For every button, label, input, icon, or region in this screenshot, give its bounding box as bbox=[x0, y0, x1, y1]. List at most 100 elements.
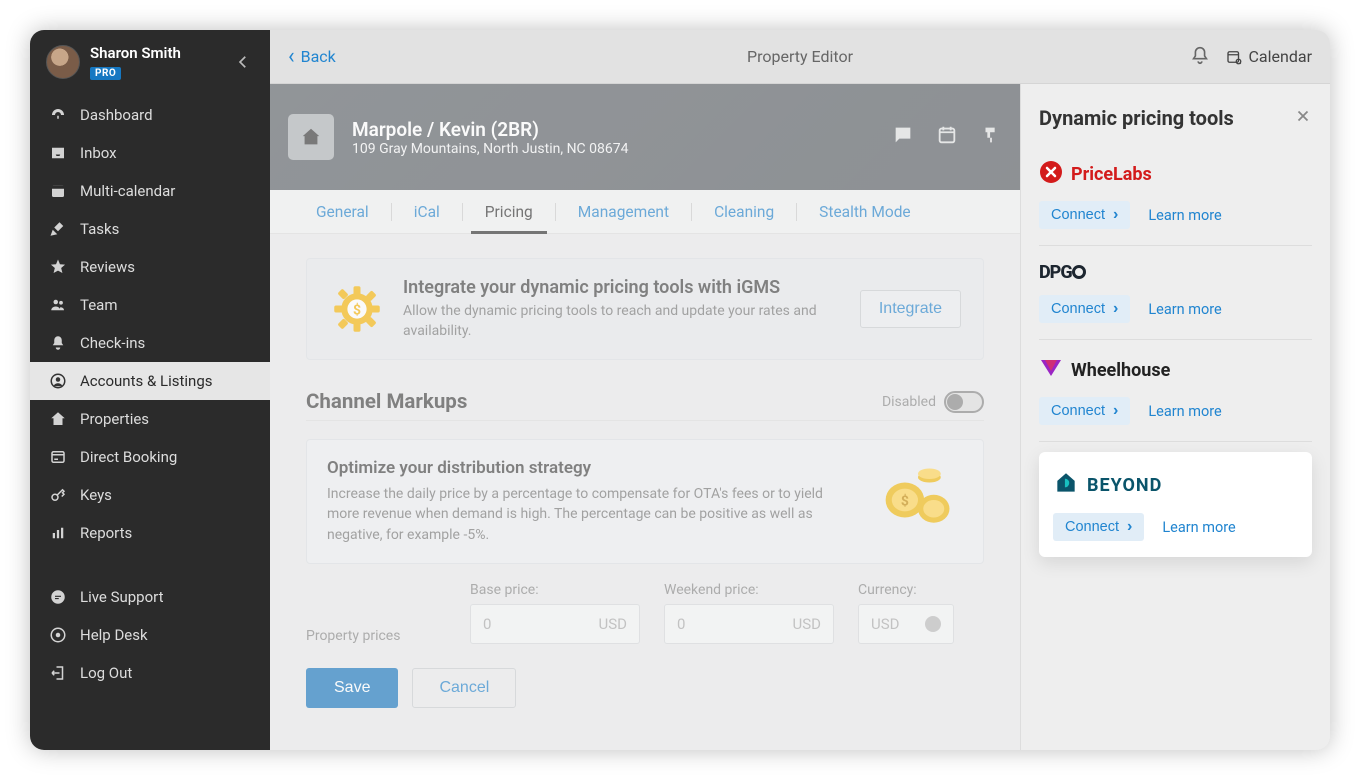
sidebar-item-label: Keys bbox=[80, 486, 112, 504]
sidebar-item-reviews[interactable]: Reviews bbox=[30, 248, 270, 286]
home-icon bbox=[48, 410, 68, 428]
sidebar-item-checkins[interactable]: Check-ins bbox=[30, 324, 270, 362]
sidebar-item-multicalendar[interactable]: Multi-calendar bbox=[30, 172, 270, 210]
property-home-icon bbox=[288, 114, 334, 160]
bell-icon bbox=[1189, 44, 1211, 66]
property-prices-label: Property prices bbox=[306, 628, 446, 644]
tool-pricelabs: PriceLabs Connect Learn more bbox=[1039, 144, 1312, 246]
sidebar-item-reports[interactable]: Reports bbox=[30, 514, 270, 552]
sidebar-item-label: Multi-calendar bbox=[80, 182, 175, 200]
broom-icon bbox=[48, 220, 68, 238]
calendar-button-header[interactable] bbox=[936, 124, 958, 150]
svg-text:$: $ bbox=[901, 492, 909, 509]
learn-more-link-pricelabs[interactable]: Learn more bbox=[1148, 207, 1221, 224]
connect-button-dpgo[interactable]: Connect bbox=[1039, 295, 1130, 323]
integrate-subtitle: Allow the dynamic pricing tools to reach… bbox=[403, 302, 823, 341]
sidebar-item-label: Properties bbox=[80, 410, 149, 428]
property-actions bbox=[892, 124, 1002, 150]
learn-more-link-wheelhouse[interactable]: Learn more bbox=[1148, 403, 1221, 420]
notification-bell-button[interactable] bbox=[1189, 44, 1211, 70]
sidebar-item-keys[interactable]: Keys bbox=[30, 476, 270, 514]
chevron-right-icon bbox=[1113, 207, 1118, 223]
weekend-price-label: Weekend price: bbox=[664, 582, 834, 598]
bell-icon bbox=[48, 334, 68, 352]
center-pane: Marpole / Kevin (2BR) 109 Gray Mountains… bbox=[270, 84, 1020, 750]
channel-markups-title: Channel Markups bbox=[306, 390, 467, 414]
sidebar-item-direct-booking[interactable]: Direct Booking bbox=[30, 438, 270, 476]
learn-more-link-dpgo[interactable]: Learn more bbox=[1148, 301, 1221, 318]
sidebar-item-properties[interactable]: Properties bbox=[30, 400, 270, 438]
chat-icon bbox=[48, 588, 68, 606]
property-tabs: General iCal Pricing Management Cleaning… bbox=[270, 190, 1020, 234]
paint-button[interactable] bbox=[980, 124, 1002, 150]
currency-select[interactable]: USD bbox=[858, 604, 954, 644]
sidebar-item-tasks[interactable]: Tasks bbox=[30, 210, 270, 248]
main-column: Back Property Editor Calendar bbox=[270, 30, 1330, 750]
calendar-button[interactable]: Calendar bbox=[1225, 47, 1312, 66]
chevron-right-icon bbox=[1113, 301, 1118, 317]
save-button[interactable]: Save bbox=[306, 668, 398, 708]
sidebar-item-dashboard[interactable]: Dashboard bbox=[30, 96, 270, 134]
tab-pricing[interactable]: Pricing bbox=[463, 190, 555, 233]
tab-label: iCal bbox=[414, 203, 440, 221]
window-icon bbox=[48, 448, 68, 466]
tool-beyond: BEYOND Connect Learn more bbox=[1039, 452, 1312, 557]
tool-name: BEYOND bbox=[1087, 475, 1162, 496]
tool-name: DPG bbox=[1039, 262, 1086, 283]
chart-icon bbox=[48, 524, 68, 542]
sidebar-item-label: Live Support bbox=[80, 588, 164, 606]
tab-stealth-mode[interactable]: Stealth Mode bbox=[797, 190, 932, 233]
integrate-card: $ Integrate your dynamic pricing tools w… bbox=[306, 258, 984, 360]
sidebar-item-logout[interactable]: Log Out bbox=[30, 654, 270, 692]
life-ring-icon bbox=[48, 626, 68, 644]
calendar-search-icon bbox=[1225, 48, 1243, 66]
tool-wheelhouse: Wheelhouse Connect Learn more bbox=[1039, 340, 1312, 442]
channel-markups-toggle[interactable] bbox=[944, 391, 984, 413]
sidebar-item-label: Tasks bbox=[80, 220, 119, 238]
sidebar-nav: Dashboard Inbox Multi-calendar Tasks Rev… bbox=[30, 96, 270, 750]
tab-general[interactable]: General bbox=[294, 190, 391, 233]
sidebar-item-label: Check-ins bbox=[80, 334, 145, 352]
signout-icon bbox=[48, 664, 68, 682]
sidebar-item-label: Reviews bbox=[80, 258, 135, 276]
connect-button-beyond[interactable]: Connect bbox=[1053, 513, 1144, 541]
learn-more-link-beyond[interactable]: Learn more bbox=[1162, 519, 1235, 536]
sidebar-item-live-support[interactable]: Live Support bbox=[30, 578, 270, 616]
sidebar-user[interactable]: Sharon Smith PRO bbox=[30, 30, 270, 90]
chevron-right-icon bbox=[1127, 519, 1132, 535]
right-panel: Dynamic pricing tools PriceLabs Co bbox=[1020, 84, 1330, 750]
calendar-label: Calendar bbox=[1249, 47, 1312, 66]
cancel-button[interactable]: Cancel bbox=[412, 668, 516, 708]
tab-label: Pricing bbox=[485, 203, 533, 221]
gear-dollar-icon: $ bbox=[329, 281, 385, 337]
base-price-input[interactable]: 0 USD bbox=[470, 604, 640, 644]
sidebar-item-label: Accounts & Listings bbox=[80, 372, 213, 390]
tool-dpgo: DPG Connect Learn more bbox=[1039, 246, 1312, 340]
messages-button[interactable] bbox=[892, 124, 914, 150]
tab-label: Cleaning bbox=[714, 203, 774, 221]
close-panel-button[interactable] bbox=[1294, 107, 1312, 129]
app-frame: Sharon Smith PRO Dashboard Inbox Multi-c… bbox=[30, 30, 1330, 750]
sidebar-item-accounts-listings[interactable]: Accounts & Listings bbox=[30, 362, 270, 400]
sidebar-item-help-desk[interactable]: Help Desk bbox=[30, 616, 270, 654]
tab-ical[interactable]: iCal bbox=[392, 190, 462, 233]
back-button[interactable]: Back bbox=[288, 46, 336, 68]
tab-management[interactable]: Management bbox=[556, 190, 691, 233]
topbar: Back Property Editor Calendar bbox=[270, 30, 1330, 84]
sidebar: Sharon Smith PRO Dashboard Inbox Multi-c… bbox=[30, 30, 270, 750]
tool-name: Wheelhouse bbox=[1071, 360, 1170, 381]
user-name: Sharon Smith bbox=[90, 44, 181, 62]
sidebar-item-label: Direct Booking bbox=[80, 448, 177, 466]
tab-cleaning[interactable]: Cleaning bbox=[692, 190, 796, 233]
sidebar-item-label: Dashboard bbox=[80, 106, 153, 124]
tool-name: PriceLabs bbox=[1071, 164, 1152, 185]
users-icon bbox=[48, 296, 68, 314]
connect-button-wheelhouse[interactable]: Connect bbox=[1039, 397, 1130, 425]
inbox-icon bbox=[48, 144, 68, 162]
sidebar-item-team[interactable]: Team bbox=[30, 286, 270, 324]
sidebar-collapse-button[interactable] bbox=[232, 51, 254, 73]
weekend-price-input[interactable]: 0 USD bbox=[664, 604, 834, 644]
sidebar-item-inbox[interactable]: Inbox bbox=[30, 134, 270, 172]
connect-button-pricelabs[interactable]: Connect bbox=[1039, 201, 1130, 229]
integrate-button[interactable]: Integrate bbox=[860, 290, 961, 328]
